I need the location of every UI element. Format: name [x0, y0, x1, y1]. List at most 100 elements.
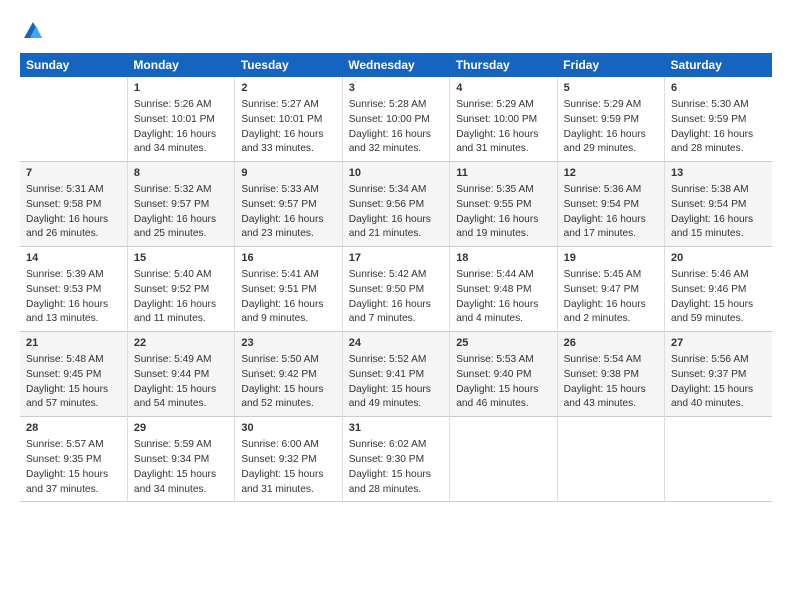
- day-content: Sunrise: 5:38 AM Sunset: 9:54 PM Dayligh…: [671, 183, 766, 242]
- calendar-cell: 29Sunrise: 5:59 AM Sunset: 9:34 PM Dayli…: [127, 417, 234, 502]
- calendar-cell: 16Sunrise: 5:41 AM Sunset: 9:51 PM Dayli…: [235, 247, 342, 332]
- calendar-cell: 31Sunrise: 6:02 AM Sunset: 9:30 PM Dayli…: [342, 417, 449, 502]
- day-number: 15: [134, 251, 228, 267]
- day-content: Sunrise: 5:35 AM Sunset: 9:55 PM Dayligh…: [456, 183, 550, 242]
- day-number: 24: [349, 336, 443, 352]
- day-number: 10: [349, 166, 443, 182]
- day-number: 3: [349, 81, 443, 97]
- day-number: 6: [671, 81, 766, 97]
- calendar-cell: 20Sunrise: 5:46 AM Sunset: 9:46 PM Dayli…: [665, 247, 772, 332]
- day-content: Sunrise: 5:32 AM Sunset: 9:57 PM Dayligh…: [134, 183, 228, 242]
- calendar-cell: 13Sunrise: 5:38 AM Sunset: 9:54 PM Dayli…: [665, 162, 772, 247]
- day-number: 31: [349, 421, 443, 437]
- calendar-cell: 21Sunrise: 5:48 AM Sunset: 9:45 PM Dayli…: [20, 332, 127, 417]
- calendar-cell: 11Sunrise: 5:35 AM Sunset: 9:55 PM Dayli…: [450, 162, 557, 247]
- day-number: 1: [134, 81, 228, 97]
- day-number: 11: [456, 166, 550, 182]
- calendar-cell: 4Sunrise: 5:29 AM Sunset: 10:00 PM Dayli…: [450, 77, 557, 162]
- day-number: 22: [134, 336, 228, 352]
- calendar-cell: 22Sunrise: 5:49 AM Sunset: 9:44 PM Dayli…: [127, 332, 234, 417]
- calendar-cell: 28Sunrise: 5:57 AM Sunset: 9:35 PM Dayli…: [20, 417, 127, 502]
- day-number: 30: [241, 421, 335, 437]
- day-number: 18: [456, 251, 550, 267]
- calendar-cell: 23Sunrise: 5:50 AM Sunset: 9:42 PM Dayli…: [235, 332, 342, 417]
- col-header-wednesday: Wednesday: [342, 53, 449, 77]
- day-content: Sunrise: 5:53 AM Sunset: 9:40 PM Dayligh…: [456, 353, 550, 412]
- day-content: Sunrise: 5:56 AM Sunset: 9:37 PM Dayligh…: [671, 353, 766, 412]
- day-content: Sunrise: 6:02 AM Sunset: 9:30 PM Dayligh…: [349, 438, 443, 497]
- day-content: Sunrise: 5:39 AM Sunset: 9:53 PM Dayligh…: [26, 268, 121, 327]
- day-number: 27: [671, 336, 766, 352]
- header-row: SundayMondayTuesdayWednesdayThursdayFrid…: [20, 53, 772, 77]
- day-content: Sunrise: 5:44 AM Sunset: 9:48 PM Dayligh…: [456, 268, 550, 327]
- day-content: Sunrise: 5:31 AM Sunset: 9:58 PM Dayligh…: [26, 183, 121, 242]
- col-header-friday: Friday: [557, 53, 664, 77]
- day-number: 13: [671, 166, 766, 182]
- day-content: Sunrise: 5:33 AM Sunset: 9:57 PM Dayligh…: [241, 183, 335, 242]
- calendar-cell: 6Sunrise: 5:30 AM Sunset: 9:59 PM Daylig…: [665, 77, 772, 162]
- col-header-thursday: Thursday: [450, 53, 557, 77]
- day-content: Sunrise: 5:52 AM Sunset: 9:41 PM Dayligh…: [349, 353, 443, 412]
- calendar-cell: [665, 417, 772, 502]
- day-content: Sunrise: 5:29 AM Sunset: 9:59 PM Dayligh…: [564, 98, 658, 157]
- col-header-monday: Monday: [127, 53, 234, 77]
- day-number: 28: [26, 421, 121, 437]
- col-header-tuesday: Tuesday: [235, 53, 342, 77]
- calendar-cell: 9Sunrise: 5:33 AM Sunset: 9:57 PM Daylig…: [235, 162, 342, 247]
- logo: [20, 20, 44, 47]
- calendar-cell: 12Sunrise: 5:36 AM Sunset: 9:54 PM Dayli…: [557, 162, 664, 247]
- day-content: Sunrise: 5:36 AM Sunset: 9:54 PM Dayligh…: [564, 183, 658, 242]
- day-number: 25: [456, 336, 550, 352]
- day-number: 21: [26, 336, 121, 352]
- calendar-cell: 7Sunrise: 5:31 AM Sunset: 9:58 PM Daylig…: [20, 162, 127, 247]
- col-header-saturday: Saturday: [665, 53, 772, 77]
- day-content: Sunrise: 5:34 AM Sunset: 9:56 PM Dayligh…: [349, 183, 443, 242]
- day-content: Sunrise: 6:00 AM Sunset: 9:32 PM Dayligh…: [241, 438, 335, 497]
- logo-general: [20, 20, 44, 47]
- calendar-cell: [557, 417, 664, 502]
- day-content: Sunrise: 5:26 AM Sunset: 10:01 PM Daylig…: [134, 98, 228, 157]
- calendar-cell: 2Sunrise: 5:27 AM Sunset: 10:01 PM Dayli…: [235, 77, 342, 162]
- day-number: 29: [134, 421, 228, 437]
- day-number: 14: [26, 251, 121, 267]
- day-number: 12: [564, 166, 658, 182]
- day-content: Sunrise: 5:50 AM Sunset: 9:42 PM Dayligh…: [241, 353, 335, 412]
- day-content: Sunrise: 5:28 AM Sunset: 10:00 PM Daylig…: [349, 98, 443, 157]
- calendar-cell: 3Sunrise: 5:28 AM Sunset: 10:00 PM Dayli…: [342, 77, 449, 162]
- day-number: 9: [241, 166, 335, 182]
- day-content: Sunrise: 5:42 AM Sunset: 9:50 PM Dayligh…: [349, 268, 443, 327]
- calendar-cell: 26Sunrise: 5:54 AM Sunset: 9:38 PM Dayli…: [557, 332, 664, 417]
- calendar-page: SundayMondayTuesdayWednesdayThursdayFrid…: [0, 0, 792, 612]
- day-content: Sunrise: 5:48 AM Sunset: 9:45 PM Dayligh…: [26, 353, 121, 412]
- week-row-1: 1Sunrise: 5:26 AM Sunset: 10:01 PM Dayli…: [20, 77, 772, 162]
- calendar-cell: 18Sunrise: 5:44 AM Sunset: 9:48 PM Dayli…: [450, 247, 557, 332]
- calendar-cell: [450, 417, 557, 502]
- day-number: 8: [134, 166, 228, 182]
- calendar-cell: 5Sunrise: 5:29 AM Sunset: 9:59 PM Daylig…: [557, 77, 664, 162]
- day-content: Sunrise: 5:59 AM Sunset: 9:34 PM Dayligh…: [134, 438, 228, 497]
- calendar-cell: 10Sunrise: 5:34 AM Sunset: 9:56 PM Dayli…: [342, 162, 449, 247]
- logo-text: [20, 20, 44, 47]
- day-content: Sunrise: 5:30 AM Sunset: 9:59 PM Dayligh…: [671, 98, 766, 157]
- day-content: Sunrise: 5:29 AM Sunset: 10:00 PM Daylig…: [456, 98, 550, 157]
- day-content: Sunrise: 5:27 AM Sunset: 10:01 PM Daylig…: [241, 98, 335, 157]
- logo-icon: [22, 20, 44, 42]
- day-content: Sunrise: 5:49 AM Sunset: 9:44 PM Dayligh…: [134, 353, 228, 412]
- day-number: 16: [241, 251, 335, 267]
- day-number: 7: [26, 166, 121, 182]
- calendar-cell: [20, 77, 127, 162]
- week-row-4: 21Sunrise: 5:48 AM Sunset: 9:45 PM Dayli…: [20, 332, 772, 417]
- day-content: Sunrise: 5:41 AM Sunset: 9:51 PM Dayligh…: [241, 268, 335, 327]
- day-number: 23: [241, 336, 335, 352]
- day-number: 20: [671, 251, 766, 267]
- day-content: Sunrise: 5:57 AM Sunset: 9:35 PM Dayligh…: [26, 438, 121, 497]
- calendar-cell: 25Sunrise: 5:53 AM Sunset: 9:40 PM Dayli…: [450, 332, 557, 417]
- day-number: 19: [564, 251, 658, 267]
- day-content: Sunrise: 5:54 AM Sunset: 9:38 PM Dayligh…: [564, 353, 658, 412]
- calendar-cell: 24Sunrise: 5:52 AM Sunset: 9:41 PM Dayli…: [342, 332, 449, 417]
- day-number: 17: [349, 251, 443, 267]
- day-number: 26: [564, 336, 658, 352]
- calendar-cell: 17Sunrise: 5:42 AM Sunset: 9:50 PM Dayli…: [342, 247, 449, 332]
- calendar-cell: 27Sunrise: 5:56 AM Sunset: 9:37 PM Dayli…: [665, 332, 772, 417]
- calendar-cell: 14Sunrise: 5:39 AM Sunset: 9:53 PM Dayli…: [20, 247, 127, 332]
